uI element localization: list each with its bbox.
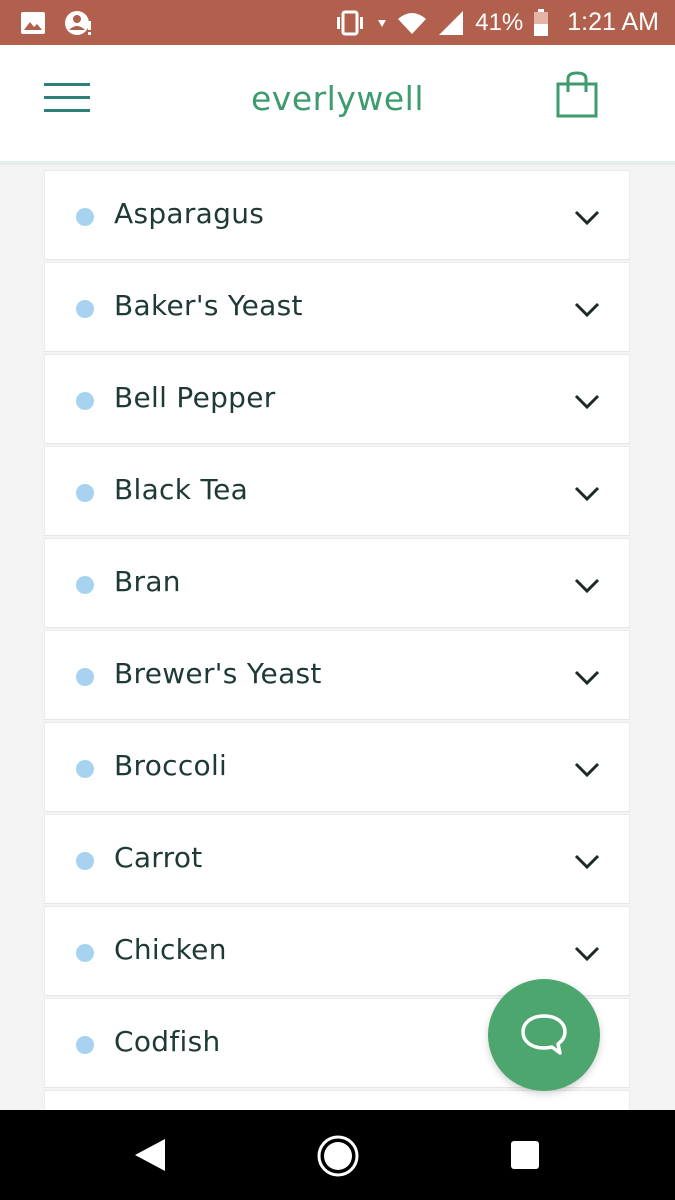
recent-apps-square-icon[interactable] xyxy=(510,1140,540,1170)
chat-button[interactable] xyxy=(488,979,600,1091)
cell-signal-icon xyxy=(437,10,465,36)
list-item[interactable]: Broccoli xyxy=(44,722,630,812)
status-dot xyxy=(76,944,94,962)
shopping-bag-icon[interactable] xyxy=(555,71,603,121)
chevron-down-icon[interactable] xyxy=(573,301,601,319)
list-item[interactable]: Black Tea xyxy=(44,446,630,536)
list-item[interactable]: Bell Pepper xyxy=(44,354,630,444)
wifi-icon xyxy=(397,11,427,35)
data-arrow-icon xyxy=(377,18,387,28)
account-alert-icon xyxy=(64,9,94,37)
list-item-label: Codfish xyxy=(114,1025,221,1058)
status-dot xyxy=(76,208,94,226)
list-item[interactable]: Baker's Yeast xyxy=(44,262,630,352)
status-dot xyxy=(76,852,94,870)
chevron-down-icon[interactable] xyxy=(573,393,601,411)
list-item[interactable]: Bran xyxy=(44,538,630,628)
list-item[interactable]: Asparagus xyxy=(44,170,630,260)
list-item-label: Asparagus xyxy=(114,197,265,230)
status-dot xyxy=(76,392,94,410)
back-triangle-icon[interactable] xyxy=(133,1137,167,1173)
battery-icon xyxy=(533,8,549,37)
system-nav-bar xyxy=(0,1110,675,1200)
home-circle-icon[interactable] xyxy=(316,1134,360,1178)
list-item[interactable]: Brewer's Yeast xyxy=(44,630,630,720)
list-item-label: Chicken xyxy=(114,933,227,966)
chevron-down-icon[interactable] xyxy=(573,945,601,963)
chevron-down-icon[interactable] xyxy=(573,761,601,779)
chevron-down-icon[interactable] xyxy=(573,485,601,503)
list-item-label: Bran xyxy=(114,565,181,598)
list-item-label: Bell Pepper xyxy=(114,381,276,414)
allergen-list: Asparagus Baker's Yeast Bell Pepper Blac… xyxy=(44,170,630,1110)
chevron-down-icon[interactable] xyxy=(573,577,601,595)
chat-bubble-icon xyxy=(519,1012,569,1058)
list-item[interactable]: Carrot xyxy=(44,814,630,904)
list-item-label: Carrot xyxy=(114,841,203,874)
status-dot xyxy=(76,576,94,594)
list-item[interactable] xyxy=(44,1090,630,1110)
status-dot xyxy=(76,484,94,502)
status-dot xyxy=(76,760,94,778)
battery-percent: 41% xyxy=(475,8,524,36)
list-item-label: Baker's Yeast xyxy=(114,289,303,322)
app-header: everlywell xyxy=(0,45,675,165)
chevron-down-icon[interactable] xyxy=(573,853,601,871)
status-bar: 41% 1:21 AM xyxy=(0,0,675,45)
list-item-label: Brewer's Yeast xyxy=(114,657,322,690)
status-time: 1:21 AM xyxy=(567,8,659,36)
chevron-down-icon[interactable] xyxy=(573,209,601,227)
chevron-down-icon[interactable] xyxy=(573,669,601,687)
vibrate-icon xyxy=(333,10,367,36)
status-dot xyxy=(76,300,94,318)
image-icon xyxy=(20,11,46,35)
list-item-label: Broccoli xyxy=(114,749,228,782)
list-item-label: Black Tea xyxy=(114,473,249,506)
status-dot xyxy=(76,668,94,686)
status-dot xyxy=(76,1036,94,1054)
